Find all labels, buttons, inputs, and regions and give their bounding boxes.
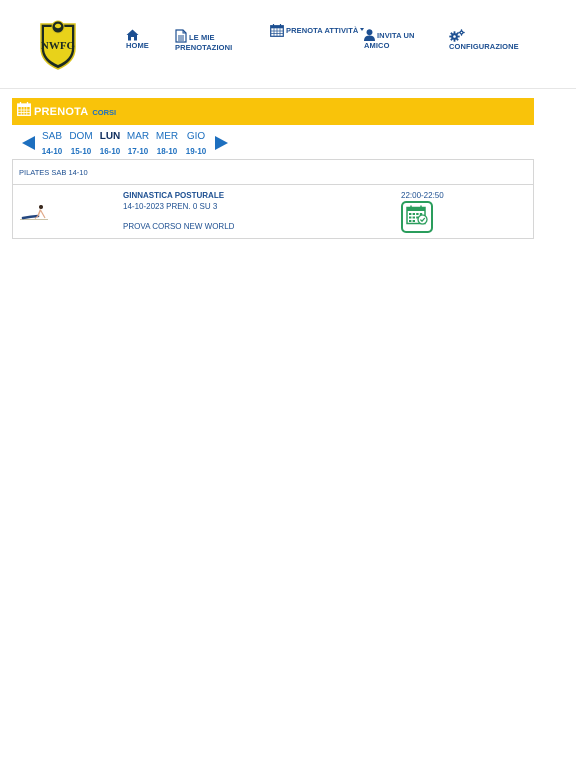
nav-book-activities-label: PRENOTA ATTIVITÀ	[286, 25, 359, 35]
nav-settings-label: CONFIGURAZIONE	[449, 42, 519, 51]
nav-book-activities-dropdown[interactable]: PRENOTA ATTIVITÀ	[270, 24, 365, 37]
day-tab-thu[interactable]: GIO 19-10	[182, 131, 210, 157]
previous-arrow-icon[interactable]	[22, 136, 35, 150]
nav-invite-friend[interactable]: INVITA UN AMICO	[364, 29, 415, 51]
document-icon	[175, 29, 187, 43]
top-navbar: NWFG HOME LE MIE PRENOTAZIONI PRENOTA AT…	[0, 0, 576, 89]
day-date: 19-10	[185, 147, 207, 156]
home-icon	[126, 29, 149, 41]
banner-title: PRENOTA	[34, 105, 89, 118]
day-name: MER	[155, 131, 179, 142]
day-tab-mon[interactable]: LUN 16-10	[96, 131, 124, 157]
nav-home-label: HOME	[126, 41, 149, 50]
day-name: SAB	[41, 131, 62, 142]
day-selector: SAB 14-10 DOM 15-10 LUN 16-10 MAR 17-10 …	[20, 131, 240, 159]
nav-home[interactable]: HOME	[126, 29, 149, 51]
day-date: 18-10	[156, 147, 178, 156]
course-time: 22:00-22:50	[401, 191, 444, 200]
calendar-icon	[17, 102, 31, 121]
nav-my-bookings-line1: LE MIE	[189, 33, 215, 42]
day-date: 15-10	[70, 147, 92, 156]
svg-text:NWFG: NWFG	[41, 40, 76, 52]
gears-icon	[449, 29, 519, 42]
nav-invite-line2: AMICO	[364, 41, 390, 50]
booking-banner: PRENOTA CORSI	[12, 98, 534, 125]
book-course-button[interactable]	[401, 201, 433, 233]
nav-my-bookings-line2: PRENOTAZIONI	[175, 43, 233, 52]
club-logo[interactable]: NWFG	[38, 18, 78, 70]
day-tab-sat[interactable]: SAB 14-10	[38, 131, 66, 157]
day-name: DOM	[69, 131, 93, 142]
banner-tag: CORSI	[92, 108, 117, 117]
day-tab-wed[interactable]: MER 18-10	[153, 131, 181, 157]
nav-settings[interactable]: CONFIGURAZIONE	[449, 29, 519, 52]
nav-my-bookings[interactable]: LE MIE PRENOTAZIONI	[175, 29, 232, 53]
pilates-pose-icon	[19, 199, 49, 223]
day-date: 17-10	[127, 147, 149, 156]
day-tab-tue[interactable]: MAR 17-10	[124, 131, 152, 157]
user-icon	[364, 29, 375, 41]
day-tab-sun[interactable]: DOM 15-10	[67, 131, 95, 157]
next-arrow-icon[interactable]	[215, 136, 228, 150]
calendar-icon	[270, 24, 284, 37]
day-date: 16-10	[99, 147, 121, 156]
day-name: LUN	[99, 131, 121, 142]
calendar-check-icon	[406, 205, 428, 230]
course-info: 14-10-2023 PREN. 0 SU 3	[123, 202, 218, 211]
day-date: 14-10	[41, 147, 63, 156]
day-name: MAR	[126, 131, 150, 142]
course-row: GINNASTICA POSTURALE 14-10-2023 PREN. 0 …	[13, 185, 533, 239]
course-panel: PILATES SAB 14-10 GINNASTICA POSTURALE 1…	[12, 159, 534, 239]
day-name: GIO	[186, 131, 206, 142]
course-note: PROVA CORSO NEW WORLD	[123, 222, 235, 231]
nav-invite-line1: INVITA UN	[377, 31, 415, 40]
panel-header: PILATES SAB 14-10	[13, 160, 533, 185]
course-name: GINNASTICA POSTURALE	[123, 191, 225, 200]
